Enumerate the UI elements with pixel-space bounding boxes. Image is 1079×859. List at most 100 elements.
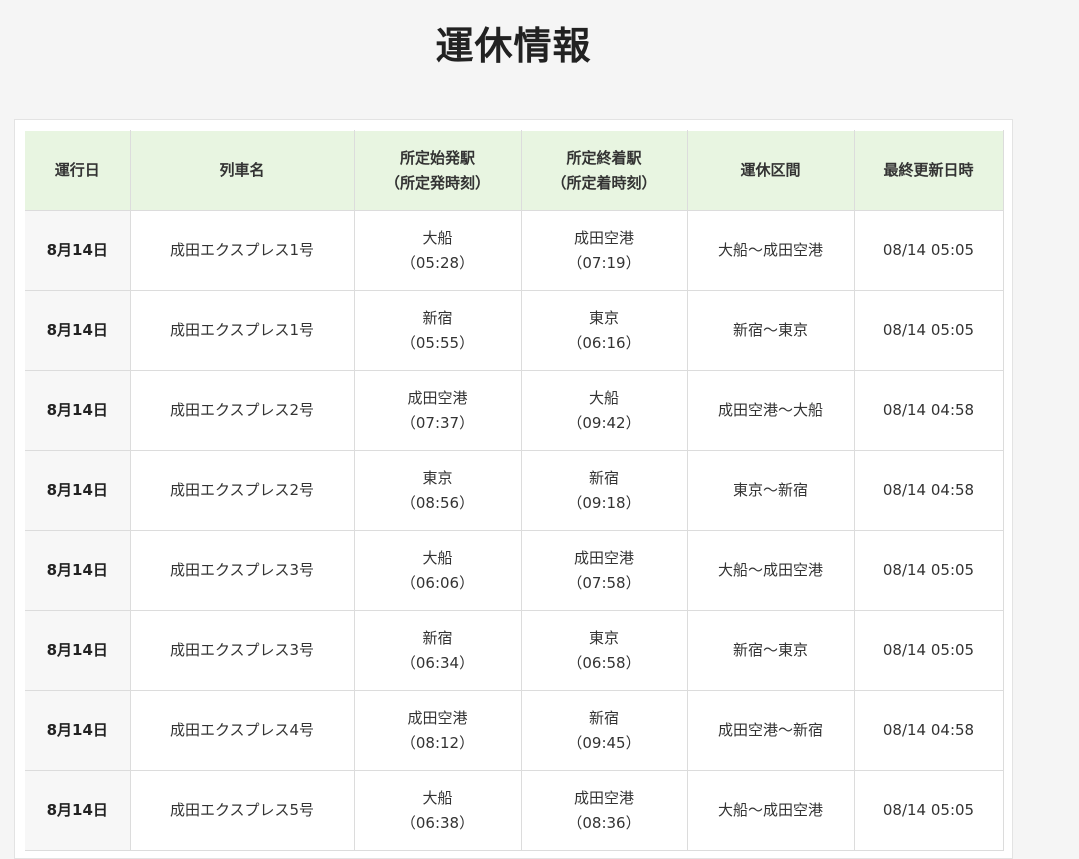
operation-date-cell: 8月14日 [25, 770, 131, 851]
last-updated: 08/14 04:58 [882, 721, 975, 739]
table-header-row: 運行日 列車名 所定始発駅 （所定発時刻） 所定終着駅 （所定着時刻） 運休区間 最終更新日時 [25, 130, 1004, 211]
operation-date: 8月14日 [46, 481, 108, 499]
destination-station-cell: 成田空港 （07:58） [520, 530, 688, 611]
suspended-section-cell: 東京～新宿 [686, 450, 855, 531]
header-operation-date: 運行日 [25, 130, 131, 211]
origin-station-cell: 東京 （08:56） [353, 450, 522, 531]
destination-time: （07:19） [567, 253, 641, 272]
header-label: 所定始発駅 [399, 148, 475, 167]
destination-station: 大船 [588, 388, 619, 407]
destination-station-cell: 東京 （06:16） [520, 290, 688, 371]
last-updated-cell: 08/14 05:05 [853, 210, 1004, 291]
destination-station-cell: 東京 （06:58） [520, 610, 688, 691]
destination-station: 東京 [588, 308, 619, 327]
suspended-section: 新宿～東京 [732, 641, 808, 659]
train-name-cell: 成田エクスプレス2号 [129, 450, 355, 531]
last-updated: 08/14 05:05 [882, 321, 975, 339]
header-origin-station: 所定始発駅 （所定発時刻） [353, 130, 522, 211]
train-name: 成田エクスプレス1号 [169, 321, 315, 339]
destination-station-cell: 新宿 （09:45） [520, 690, 688, 771]
origin-station-cell: 大船 （06:38） [353, 770, 522, 851]
destination-station: 東京 [588, 628, 619, 647]
origin-station-cell: 成田空港 （08:12） [353, 690, 522, 771]
header-sublabel: （所定発時刻） [384, 173, 490, 192]
operation-date: 8月14日 [46, 641, 108, 659]
header-label: 最終更新日時 [883, 161, 974, 179]
train-name-cell: 成田エクスプレス2号 [129, 370, 355, 451]
operation-date-cell: 8月14日 [25, 610, 131, 691]
table-row: 8月14日 成田エクスプレス1号 大船 （05:28） 成田空港 （07:19） 大船～成田… [25, 210, 1004, 291]
destination-station-cell: 大船 （09:42） [520, 370, 688, 451]
origin-station: 大船 [422, 228, 453, 247]
destination-station: 成田空港 [573, 788, 634, 807]
last-updated-cell: 08/14 05:05 [853, 290, 1004, 371]
train-name-cell: 成田エクスプレス3号 [129, 530, 355, 611]
suspended-section-cell: 大船～成田空港 [686, 210, 855, 291]
origin-time: （08:56） [400, 493, 475, 512]
suspended-section: 大船～成田空港 [717, 801, 823, 819]
header-label: 運行日 [54, 161, 100, 179]
train-name-cell: 成田エクスプレス4号 [129, 690, 355, 771]
destination-station: 新宿 [588, 468, 619, 487]
suspended-section-cell: 成田空港～新宿 [686, 690, 855, 771]
last-updated: 08/14 04:58 [882, 481, 975, 499]
origin-time: （06:06） [400, 573, 475, 592]
origin-time: （07:37） [400, 413, 475, 432]
table-row: 8月14日 成田エクスプレス3号 大船 （06:06） 成田空港 （07:58） 大船～成田… [25, 530, 1004, 611]
operation-date: 8月14日 [46, 321, 108, 339]
last-updated-cell: 08/14 05:05 [853, 770, 1004, 851]
operation-date-cell: 8月14日 [25, 450, 131, 531]
header-label: 所定終着駅 [566, 148, 642, 167]
origin-station: 大船 [422, 788, 453, 807]
header-destination-station: 所定終着駅 （所定着時刻） [520, 130, 688, 211]
operation-date: 8月14日 [46, 561, 108, 579]
suspended-section-cell: 新宿～東京 [686, 610, 855, 691]
destination-station-cell: 成田空港 （08:36） [520, 770, 688, 851]
origin-station: 成田空港 [407, 388, 468, 407]
train-name: 成田エクスプレス2号 [169, 401, 315, 419]
operation-date-cell: 8月14日 [25, 530, 131, 611]
train-name: 成田エクスプレス4号 [169, 721, 315, 739]
suspended-section: 新宿～東京 [732, 321, 808, 339]
table-row: 8月14日 成田エクスプレス2号 成田空港 （07:37） 大船 （09:42） 成田空港～… [25, 370, 1004, 451]
train-name: 成田エクスプレス1号 [169, 241, 315, 259]
destination-station: 成田空港 [573, 228, 634, 247]
destination-time: （06:58） [567, 653, 641, 672]
suspended-section-cell: 新宿～東京 [686, 290, 855, 371]
last-updated: 08/14 05:05 [882, 241, 975, 259]
table-row: 8月14日 成田エクスプレス4号 成田空港 （08:12） 新宿 （09:45） 成田空港～… [25, 690, 1004, 771]
operation-date-cell: 8月14日 [25, 210, 131, 291]
destination-station-cell: 成田空港 （07:19） [520, 210, 688, 291]
train-name: 成田エクスプレス3号 [169, 561, 315, 579]
operation-date-cell: 8月14日 [25, 370, 131, 451]
destination-time: （09:45） [567, 733, 641, 752]
destination-time: （07:58） [567, 573, 641, 592]
origin-station-cell: 大船 （06:06） [353, 530, 522, 611]
origin-time: （06:38） [400, 813, 475, 832]
header-suspended-section: 運休区間 [686, 130, 855, 211]
suspended-section: 成田空港～新宿 [717, 721, 823, 739]
suspended-section: 東京～新宿 [732, 481, 808, 499]
table-row: 8月14日 成田エクスプレス5号 大船 （06:38） 成田空港 （08:36） 大船～成田… [25, 770, 1004, 851]
destination-time: （06:16） [567, 333, 641, 352]
last-updated: 08/14 05:05 [882, 561, 975, 579]
table-row: 8月14日 成田エクスプレス2号 東京 （08:56） 新宿 （09:18） 東京～新宿 08… [25, 450, 1004, 531]
last-updated-cell: 08/14 05:05 [853, 610, 1004, 691]
train-name: 成田エクスプレス3号 [169, 641, 315, 659]
last-updated-cell: 08/14 04:58 [853, 690, 1004, 771]
train-name: 成田エクスプレス2号 [169, 481, 315, 499]
origin-time: （08:12） [400, 733, 475, 752]
operation-date-cell: 8月14日 [25, 290, 131, 371]
suspension-table-panel: 運行日 列車名 所定始発駅 （所定発時刻） 所定終着駅 （所定着時刻） 運休区間 最終更新日時… [14, 119, 1013, 859]
header-label: 運休区間 [740, 161, 801, 179]
destination-station: 新宿 [588, 708, 619, 727]
operation-date-cell: 8月14日 [25, 690, 131, 771]
last-updated-cell: 08/14 05:05 [853, 530, 1004, 611]
last-updated: 08/14 04:58 [882, 401, 975, 419]
table-row: 8月14日 成田エクスプレス3号 新宿 （06:34） 東京 （06:58） 新宿～東京 08… [25, 610, 1004, 691]
header-label: 列車名 [219, 161, 265, 179]
train-name: 成田エクスプレス5号 [169, 801, 315, 819]
operation-date: 8月14日 [46, 721, 108, 739]
origin-station-cell: 新宿 （06:34） [353, 610, 522, 691]
page-title: 運休情報 [435, 24, 592, 68]
